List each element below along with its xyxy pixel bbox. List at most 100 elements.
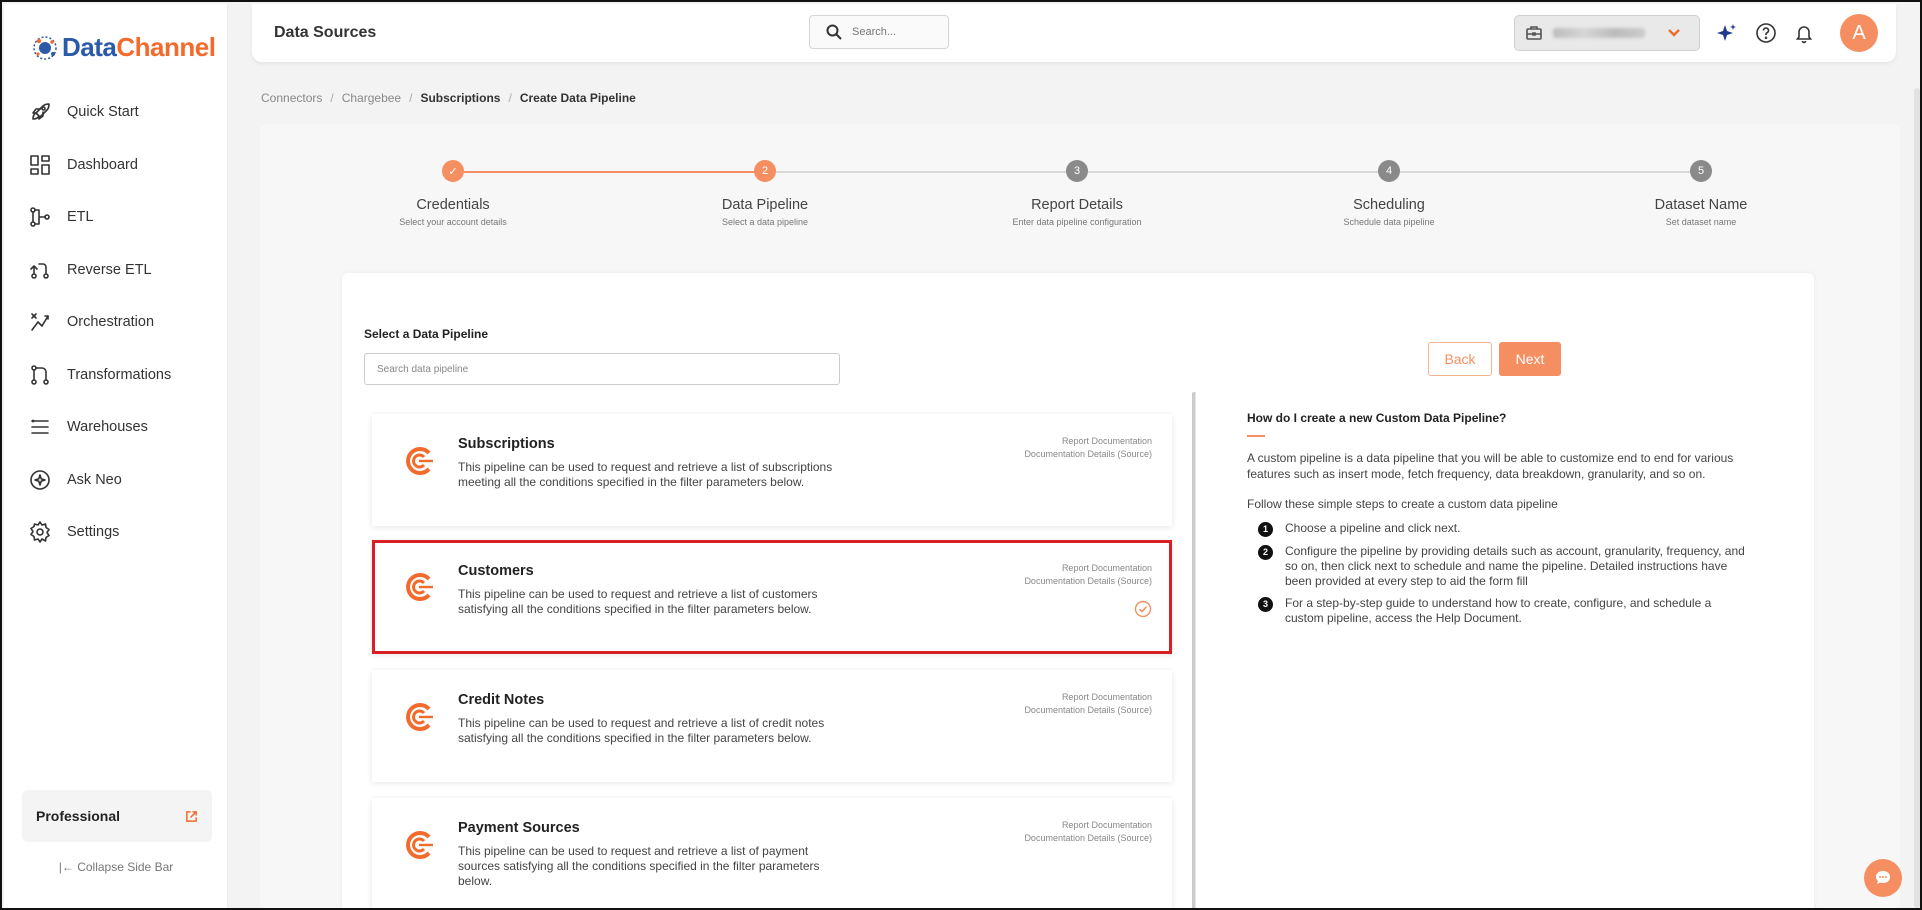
chevron-down-icon bbox=[1668, 29, 1680, 37]
select-pipeline-label: Select a Data Pipeline bbox=[364, 327, 489, 341]
report-documentation-link[interactable]: Report Documentation bbox=[1062, 692, 1152, 702]
logo[interactable]: Data Channel bbox=[30, 32, 216, 63]
sidebar-item-label: Quick Start bbox=[67, 104, 139, 121]
pipeline-item-credit-notes[interactable]: Credit Notes This pipeline can be used t… bbox=[372, 670, 1172, 782]
step-data-pipeline[interactable]: 2 Data Pipeline Select a data pipeline bbox=[665, 160, 865, 227]
global-search[interactable] bbox=[809, 15, 949, 49]
collapse-arrow-icon: |← bbox=[58, 860, 78, 874]
sidebar-item-warehouses[interactable]: Warehouses bbox=[4, 401, 228, 454]
pipeline-item-customers[interactable]: Customers This pipeline can be used to r… bbox=[372, 540, 1172, 654]
step-subtitle: Select a data pipeline bbox=[721, 217, 809, 227]
sidebar-item-reverse-etl[interactable]: Reverse ETL bbox=[4, 244, 228, 297]
sidebar-item-etl[interactable]: ETL bbox=[4, 191, 228, 244]
report-documentation-link[interactable]: Report Documentation bbox=[1062, 436, 1152, 446]
help-intro-steps: Follow these simple steps to create a cu… bbox=[1247, 497, 1558, 511]
breadcrumb: Connectors / Chargebee / Subscriptions /… bbox=[261, 91, 636, 105]
chargebee-logo-icon bbox=[406, 831, 433, 859]
step-number: 4 bbox=[1378, 160, 1400, 182]
ai-sparkle-button[interactable] bbox=[1716, 22, 1738, 44]
sidebar-item-label: Reverse ETL bbox=[67, 261, 152, 278]
sidebar-item-label: ETL bbox=[67, 209, 94, 226]
documentation-details-link[interactable]: Documentation Details (Source) bbox=[1024, 576, 1152, 586]
help-step-number: 2 bbox=[1258, 545, 1273, 560]
help-title: How do I create a new Custom Data Pipeli… bbox=[1247, 411, 1507, 425]
pipeline-description: This pipeline can be used to request and… bbox=[458, 587, 818, 616]
breadcrumb-separator: / bbox=[508, 91, 512, 105]
back-button[interactable]: Back bbox=[1428, 342, 1492, 376]
step-title: Scheduling bbox=[1353, 197, 1425, 213]
sidebar-item-orchestration[interactable]: Orchestration bbox=[4, 296, 228, 349]
help-step: 1 Choose a pipeline and click next. bbox=[1258, 521, 1748, 537]
workspace-selector[interactable] bbox=[1514, 15, 1700, 51]
app-window: Data Channel Quick Start Dashboard ETL Re… bbox=[0, 0, 1922, 910]
chat-button[interactable] bbox=[1864, 859, 1902, 897]
workspace-name-redacted bbox=[1553, 28, 1645, 38]
sidebar-item-label: Transformations bbox=[67, 366, 172, 383]
external-link-icon[interactable] bbox=[185, 810, 198, 823]
step-number: 2 bbox=[754, 160, 776, 182]
step-number: 3 bbox=[1066, 160, 1088, 182]
logo-text-data: Data bbox=[62, 32, 117, 62]
documentation-details-link[interactable]: Documentation Details (Source) bbox=[1024, 705, 1152, 715]
report-documentation-link[interactable]: Report Documentation bbox=[1062, 820, 1152, 830]
pipeline-search-input[interactable] bbox=[364, 353, 840, 385]
sidebar-nav: Quick Start Dashboard ETL Reverse ETL Or… bbox=[4, 86, 228, 559]
sidebar-item-label: Ask Neo bbox=[67, 471, 122, 488]
pipeline-description: This pipeline can be used to request and… bbox=[458, 716, 825, 745]
next-button[interactable]: Next bbox=[1499, 342, 1561, 376]
chargebee-logo-icon bbox=[406, 573, 433, 601]
step-dataset-name: 5 Dataset Name Set dataset name bbox=[1601, 160, 1801, 227]
step-credentials[interactable]: ✓ Credentials Select your account detail… bbox=[353, 160, 553, 227]
chat-bubble-icon bbox=[1876, 871, 1890, 884]
breadcrumb-chargebee[interactable]: Chargebee bbox=[342, 91, 401, 105]
documentation-details-link[interactable]: Documentation Details (Source) bbox=[1024, 449, 1152, 459]
step-title: Report Details bbox=[1031, 197, 1123, 213]
report-documentation-link[interactable]: Report Documentation bbox=[1062, 563, 1152, 573]
dashboard-icon bbox=[30, 154, 50, 175]
user-avatar[interactable]: A bbox=[1840, 14, 1878, 52]
help-step-text: Configure the pipeline by providing deta… bbox=[1285, 544, 1745, 588]
step-check-icon: ✓ bbox=[442, 160, 464, 182]
page-scrollbar[interactable] bbox=[1914, 88, 1920, 908]
step-subtitle: Schedule data pipeline bbox=[1343, 217, 1435, 227]
chargebee-logo-icon bbox=[406, 447, 433, 475]
documentation-details-link[interactable]: Documentation Details (Source) bbox=[1024, 833, 1152, 843]
transformations-icon bbox=[31, 364, 49, 385]
pipeline-name: Customers bbox=[458, 563, 534, 579]
step-subtitle: Enter data pipeline configuration bbox=[1012, 217, 1142, 227]
breadcrumb-connectors[interactable]: Connectors bbox=[261, 91, 322, 105]
help-button[interactable] bbox=[1755, 22, 1777, 44]
sidebar-item-dashboard[interactable]: Dashboard bbox=[4, 139, 228, 192]
sidebar: Data Channel Quick Start Dashboard ETL Re… bbox=[4, 4, 228, 908]
sidebar-item-transformations[interactable]: Transformations bbox=[4, 349, 228, 402]
help-step: 3 For a step-by-step guide to understand… bbox=[1258, 596, 1748, 626]
global-search-input[interactable] bbox=[852, 26, 942, 38]
sparkle-icon bbox=[1717, 24, 1736, 41]
sidebar-item-settings[interactable]: Settings bbox=[4, 506, 228, 559]
plan-label: Professional bbox=[36, 808, 121, 824]
help-step-text: For a step-by-step guide to understand h… bbox=[1285, 596, 1712, 625]
datachannel-logo-icon bbox=[33, 35, 57, 60]
pipeline-list: Subscriptions This pipeline can be used … bbox=[364, 392, 1194, 908]
sidebar-item-label: Orchestration bbox=[67, 314, 155, 331]
page-title: Data Sources bbox=[274, 24, 377, 41]
pipeline-name: Payment Sources bbox=[458, 820, 580, 836]
step-number: 5 bbox=[1690, 160, 1712, 182]
sidebar-item-ask-neo[interactable]: Ask Neo bbox=[4, 454, 228, 507]
step-subtitle: Set dataset name bbox=[1665, 217, 1737, 227]
collapse-sidebar-button[interactable]: |← Collapse Side Bar bbox=[4, 860, 228, 874]
reverse-etl-icon bbox=[30, 262, 49, 279]
sidebar-item-quick-start[interactable]: Quick Start bbox=[4, 86, 228, 139]
help-step-number: 1 bbox=[1258, 522, 1273, 537]
step-subtitle: Select your account details bbox=[399, 217, 507, 227]
plan-badge[interactable]: Professional bbox=[22, 790, 212, 842]
breadcrumb-subscriptions[interactable]: Subscriptions bbox=[420, 91, 500, 105]
pipeline-item-payment-sources[interactable]: Payment Sources This pipeline can be use… bbox=[372, 798, 1172, 908]
help-step: 2 Configure the pipeline by providing de… bbox=[1258, 544, 1748, 589]
help-intro: A custom pipeline is a data pipeline tha… bbox=[1247, 451, 1734, 481]
pipeline-item-subscriptions[interactable]: Subscriptions This pipeline can be used … bbox=[372, 414, 1172, 526]
step-title: Dataset Name bbox=[1654, 197, 1748, 213]
step-scheduling: 4 Scheduling Schedule data pipeline bbox=[1289, 160, 1489, 227]
notifications-button[interactable] bbox=[1793, 22, 1815, 44]
sidebar-item-label: Dashboard bbox=[67, 156, 138, 173]
